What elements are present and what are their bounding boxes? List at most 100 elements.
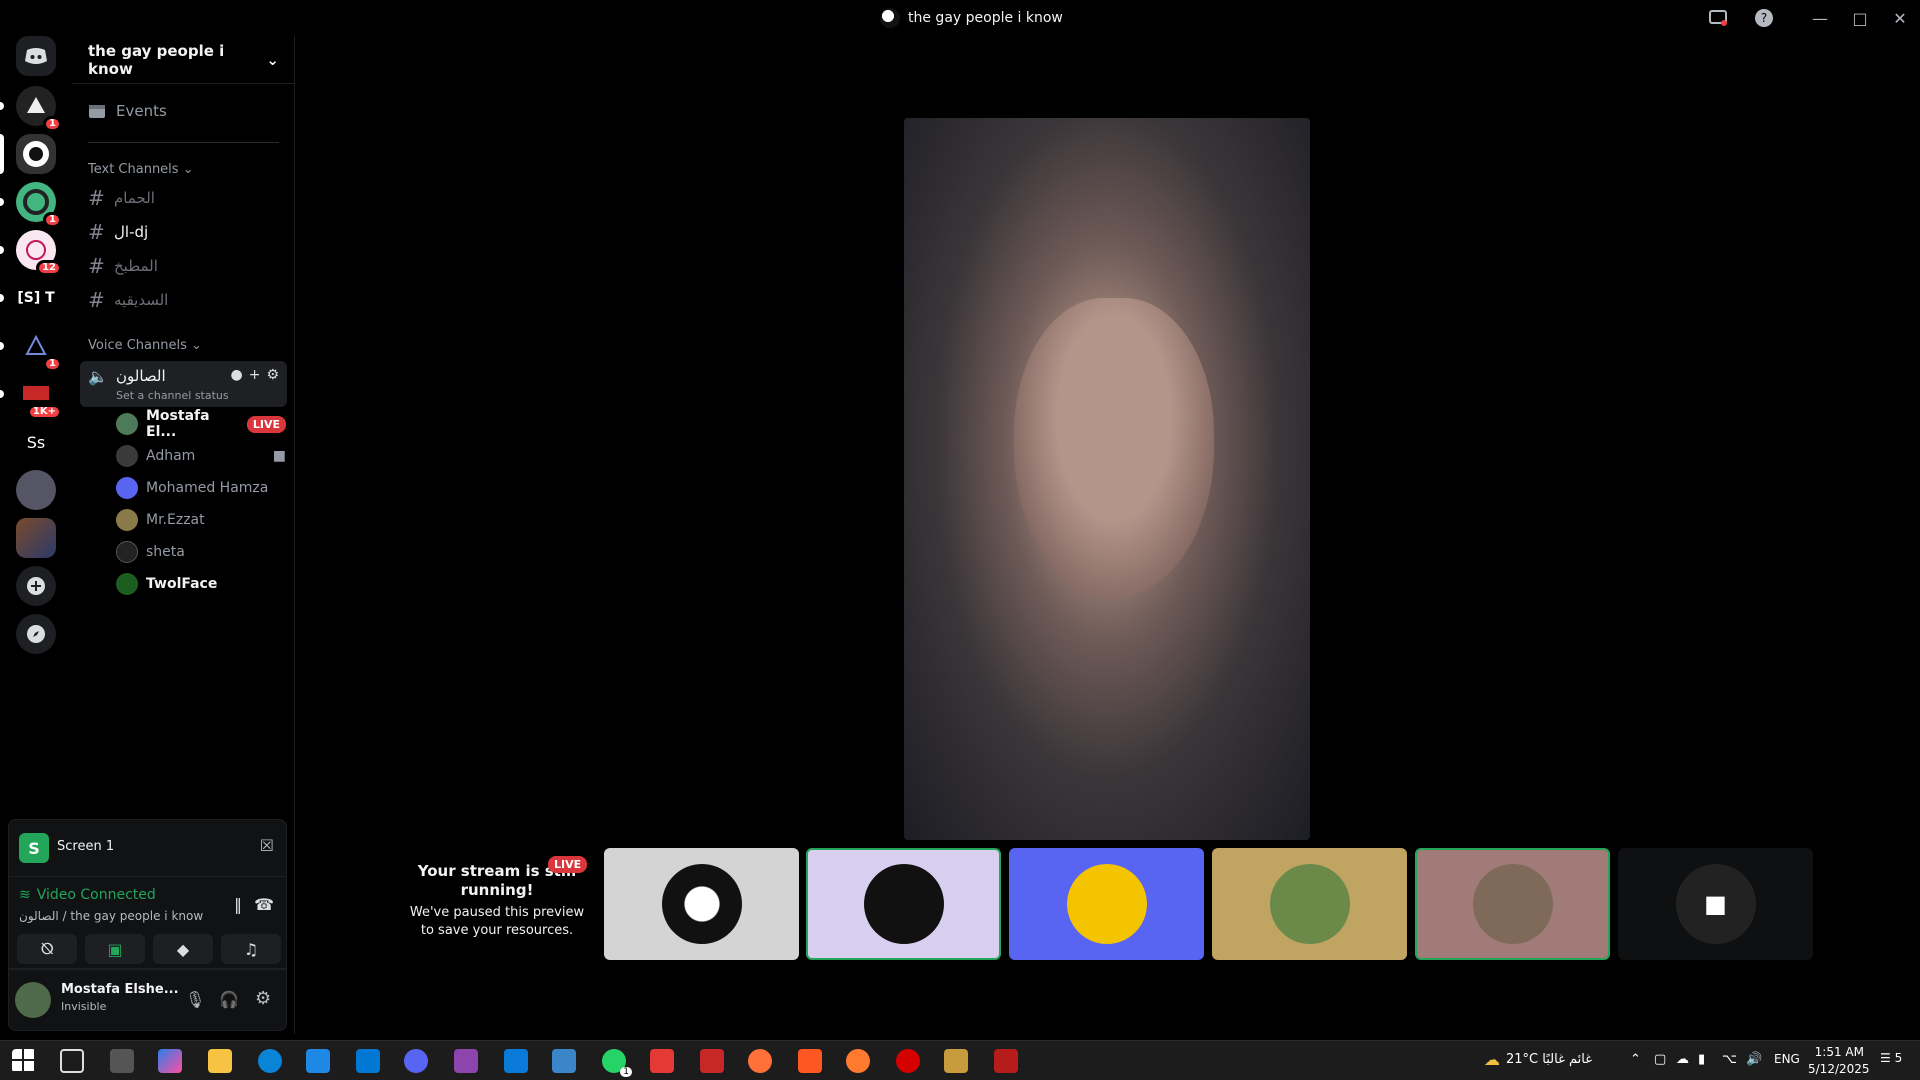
discover-icon[interactable] — [16, 614, 56, 654]
channel-hammam[interactable]: # الحمام — [88, 183, 279, 213]
maximize-icon[interactable]: □ — [1848, 6, 1872, 30]
whatsapp-badge: 1 — [620, 1067, 632, 1077]
voice-member[interactable]: Mohamed Hamza — [116, 475, 286, 501]
divider — [88, 142, 279, 143]
soundboard-button[interactable]: ♫ — [221, 934, 281, 964]
guild-header[interactable]: the gay people i know ⌄ — [72, 36, 295, 84]
channel-status[interactable]: Set a channel status — [116, 389, 229, 402]
participant-tile[interactable] — [1009, 848, 1204, 960]
notification-icon: ☰ — [1880, 1051, 1891, 1065]
minimize-icon[interactable]: — — [1808, 6, 1832, 30]
inbox-icon[interactable] — [1706, 6, 1730, 30]
store-icon[interactable] — [306, 1049, 330, 1073]
disconnect-icon[interactable]: ☎ — [254, 895, 274, 914]
app-icon[interactable] — [552, 1049, 576, 1073]
voice-member[interactable]: Mostafa El... LIVE — [116, 408, 286, 440]
server-icon-6[interactable]: 1 — [0, 326, 62, 372]
user-status: Invisible — [61, 1000, 107, 1013]
camera-off-button[interactable]: ⦰ — [17, 934, 77, 964]
server-icon-4[interactable]: 12 — [0, 230, 62, 276]
headphones-icon[interactable]: 🎧 — [219, 990, 239, 1009]
server-icon-active[interactable] — [0, 134, 56, 174]
language-indicator[interactable]: ENG — [1774, 1052, 1800, 1066]
server-icon-8[interactable]: Ss — [16, 422, 56, 462]
participant-tile[interactable]: ■ — [1618, 848, 1813, 960]
copilot-icon[interactable] — [158, 1049, 182, 1073]
start-icon[interactable] — [12, 1049, 36, 1073]
mention-badge: 1K+ — [26, 404, 62, 420]
connection-location[interactable]: الصالون / the gay people i know — [19, 909, 203, 923]
avatar[interactable] — [15, 982, 51, 1018]
connection-status-text: Video Connected — [36, 887, 156, 903]
focused-video-feed[interactable] — [904, 118, 1310, 840]
voice-channel-salon[interactable]: 🔈 الصالون Set a channel status ● + ⚙ — [80, 361, 287, 407]
firefox-icon[interactable] — [748, 1049, 772, 1073]
vscode-icon[interactable] — [504, 1049, 528, 1073]
discord-home-icon[interactable] — [16, 36, 56, 76]
weather-widget[interactable]: ☁ 21°C غائم غالبًا — [1484, 1050, 1592, 1069]
discord-taskbar-icon[interactable] — [404, 1049, 428, 1073]
whatsapp-icon[interactable]: 1 — [602, 1049, 632, 1077]
notification-center[interactable]: ☰ 5 — [1880, 1051, 1902, 1065]
server-icon-9[interactable] — [16, 470, 56, 510]
participant-tile[interactable] — [1415, 848, 1610, 960]
server-icon-10[interactable] — [16, 518, 56, 558]
widgets-icon[interactable] — [110, 1049, 134, 1073]
participant-tile[interactable] — [806, 848, 1001, 960]
channel-sideqiyya[interactable]: # السديقيه — [88, 285, 279, 315]
voice-member[interactable]: TwolFace — [116, 571, 286, 597]
connection-status[interactable]: ≋ Video Connected — [19, 887, 156, 903]
voice-member[interactable]: Mr.Ezzat — [116, 507, 286, 533]
stop-stream-icon[interactable]: ☒ — [260, 836, 274, 855]
anydesk-icon[interactable] — [700, 1049, 724, 1073]
date: 5/12/2025 — [1808, 1062, 1870, 1076]
file-explorer-icon[interactable] — [208, 1049, 232, 1073]
participant-tile[interactable] — [604, 848, 799, 960]
add-server-icon[interactable] — [16, 566, 56, 606]
app-icon[interactable] — [896, 1049, 920, 1073]
volume-icon[interactable]: 🔊 — [1746, 1052, 1762, 1067]
visual-studio-icon[interactable] — [454, 1049, 478, 1073]
server-icon-1[interactable]: 1 — [0, 86, 62, 132]
events-item[interactable]: Events — [88, 102, 167, 120]
hash-icon: # — [88, 220, 105, 244]
close-icon[interactable]: ✕ — [1888, 6, 1912, 30]
voice-member[interactable]: Adham ■ — [116, 443, 286, 469]
app-icon[interactable] — [994, 1049, 1018, 1073]
server-icon-3[interactable]: 1 — [0, 182, 62, 228]
member-name: TwolFace — [146, 576, 218, 592]
microphone-icon[interactable]: 🎙 — [185, 990, 205, 1009]
gear-icon[interactable]: ⚙ — [266, 367, 279, 383]
activity-button[interactable]: ◆ — [153, 934, 213, 964]
chevron-up-icon[interactable]: ⌃ — [1630, 1052, 1641, 1067]
battery-icon[interactable]: ▮ — [1698, 1052, 1705, 1067]
avatar — [116, 573, 138, 595]
voice-member[interactable]: sheta — [116, 539, 286, 565]
noise-suppression-icon[interactable]: ‖ — [234, 895, 242, 914]
text-channels-category[interactable]: Text Channels ⌄ — [88, 162, 194, 177]
device-icon[interactable]: ▢ — [1654, 1052, 1666, 1067]
username[interactable]: Mostafa Elshe... — [61, 982, 179, 997]
help-icon[interactable]: ? — [1752, 6, 1776, 30]
app-icon[interactable] — [798, 1049, 822, 1073]
voice-channels-category[interactable]: Voice Channels ⌄ — [88, 338, 202, 353]
share-screen-button[interactable]: ▣ — [85, 934, 145, 964]
youtube-icon[interactable] — [650, 1049, 674, 1073]
gear-icon[interactable]: ⚙ — [255, 988, 271, 1009]
channel-kitchen[interactable]: # المطبخ — [88, 251, 279, 281]
edge-icon[interactable] — [258, 1049, 282, 1073]
cloud-icon[interactable]: ☁ — [1676, 1052, 1689, 1067]
wifi-icon[interactable]: ⌥ — [1722, 1052, 1737, 1067]
server-icon-7[interactable]: 1K+ — [0, 374, 62, 420]
outlook-icon[interactable] — [356, 1049, 380, 1073]
chat-bubble-icon[interactable]: ● — [230, 367, 242, 383]
avatar — [116, 413, 138, 435]
app-icon[interactable] — [846, 1049, 870, 1073]
clock[interactable]: 1:51 AM 5/12/2025 — [1808, 1044, 1870, 1078]
league-icon[interactable] — [944, 1049, 968, 1073]
channel-dj[interactable]: # ال-dj — [88, 217, 279, 247]
server-icon-5[interactable]: [S] T — [0, 278, 56, 318]
add-member-icon[interactable]: + — [249, 367, 261, 383]
task-view-icon[interactable] — [60, 1049, 84, 1073]
participant-tile[interactable] — [1212, 848, 1407, 960]
